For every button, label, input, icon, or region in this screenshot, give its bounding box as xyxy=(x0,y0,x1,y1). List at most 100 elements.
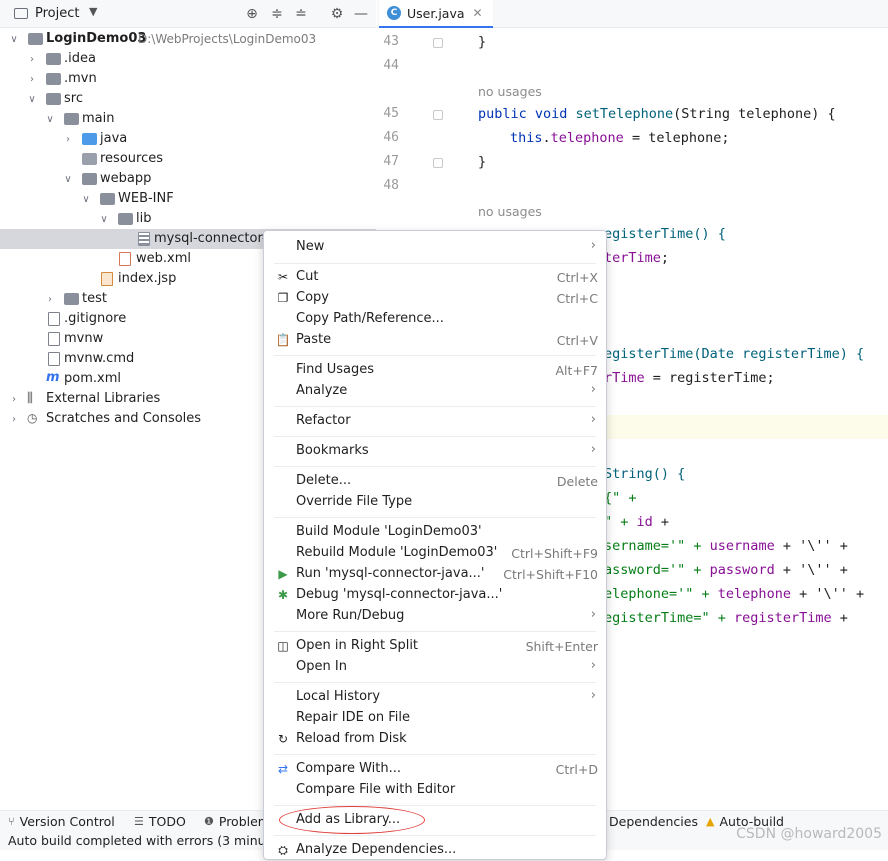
menu-item-compare-with[interactable]: ⇄ Compare With... Ctrl+D xyxy=(268,759,602,780)
close-icon[interactable]: ✕ xyxy=(473,6,483,20)
resources-folder-icon xyxy=(82,153,97,165)
menu-item-more-run-debug[interactable]: More Run/Debug › xyxy=(268,606,602,627)
menu-item-open-in[interactable]: Open In › xyxy=(268,657,602,678)
editor-tabs: C User.java ✕ xyxy=(377,0,888,28)
fold-marker-icon[interactable] xyxy=(433,38,443,48)
fold-marker-icon[interactable] xyxy=(433,110,443,120)
split-icon: ◫ xyxy=(277,639,289,653)
tool-todo[interactable]: ☰ TODO xyxy=(134,814,186,829)
warning-icon: ▲ xyxy=(706,815,715,828)
menu-item-open-right-split[interactable]: ◫ Open in Right Split Shift+Enter xyxy=(268,636,602,657)
project-panel-title[interactable]: Project xyxy=(35,6,79,21)
chevron-down-icon[interactable]: ∨ xyxy=(63,174,73,185)
chevron-right-icon[interactable]: › xyxy=(27,54,37,65)
tree-item-idea[interactable]: › .idea xyxy=(0,49,376,69)
code-line: assword='" + password + '\'' + xyxy=(604,562,848,578)
chevron-down-icon[interactable]: ▼ xyxy=(89,5,97,18)
status-message[interactable]: Auto build completed with errors (3 minu… xyxy=(8,833,285,848)
chevron-down-icon[interactable]: ∨ xyxy=(9,34,19,45)
expand-all-icon[interactable]: ≑ xyxy=(268,5,286,23)
project-folder-icon xyxy=(14,8,28,19)
tree-item-web-inf[interactable]: ∨ WEB-INF xyxy=(0,189,376,209)
menu-item-local-history[interactable]: Local History › xyxy=(268,687,602,708)
folder-icon xyxy=(46,53,61,65)
locate-icon[interactable]: ⊕ xyxy=(243,5,261,23)
code-field: registerTime xyxy=(734,610,832,626)
menu-item-repair-ide[interactable]: Repair IDE on File xyxy=(268,708,602,729)
tree-item-resources[interactable]: resources xyxy=(0,149,376,169)
problems-icon: ❶ xyxy=(204,815,214,828)
tree-label: External Libraries xyxy=(46,391,161,406)
menu-item-label: Bookmarks xyxy=(296,443,369,458)
chevron-right-icon[interactable]: › xyxy=(9,414,19,425)
menu-item-copy-path[interactable]: Copy Path/Reference... xyxy=(268,309,602,330)
tree-item-src[interactable]: ∨ src xyxy=(0,89,376,109)
menu-item-label: Find Usages xyxy=(296,362,375,377)
branch-icon: ⑂ xyxy=(8,815,15,828)
code-line: elephone='" + telephone + '\'' + xyxy=(604,586,864,602)
chevron-right-icon[interactable]: › xyxy=(45,294,55,305)
menu-item-reload-from-disk[interactable]: ↻ Reload from Disk xyxy=(268,729,602,750)
tool-problems[interactable]: ❶ Problem xyxy=(204,814,270,829)
minimize-icon[interactable]: — xyxy=(352,5,370,23)
chevron-down-icon[interactable]: ∨ xyxy=(45,114,55,125)
xml-file-icon xyxy=(119,252,131,266)
menu-item-label: More Run/Debug xyxy=(296,608,405,623)
menu-item-bookmarks[interactable]: Bookmarks › xyxy=(268,441,602,462)
menu-item-label: Compare File with Editor xyxy=(296,782,456,797)
folder-icon xyxy=(46,73,61,85)
menu-item-analyze-dependencies[interactable]: ⛭ Analyze Dependencies... xyxy=(268,840,602,861)
tree-item-webapp[interactable]: ∨ webapp xyxy=(0,169,376,189)
menu-shortcut: Delete xyxy=(556,474,598,489)
chevron-down-icon[interactable]: ∨ xyxy=(99,214,109,225)
tab-label: User.java xyxy=(407,5,465,21)
menu-item-run[interactable]: ▶ Run 'mysql-connector-java...' Ctrl+Shi… xyxy=(268,564,602,585)
menu-item-copy[interactable]: ❐ Copy Ctrl+C xyxy=(268,288,602,309)
tree-item-java[interactable]: › java xyxy=(0,129,376,149)
menu-item-override-file-type[interactable]: Override File Type xyxy=(268,492,602,513)
collapse-all-icon[interactable]: ≐ xyxy=(292,5,310,23)
chevron-right-icon[interactable]: › xyxy=(63,134,73,145)
code-line: {" + xyxy=(604,490,637,506)
jsp-file-icon xyxy=(101,272,113,286)
chevron-down-icon[interactable]: ∨ xyxy=(27,94,37,105)
gear-icon[interactable]: ⚙ xyxy=(328,5,346,23)
menu-item-cut[interactable]: ✂ Cut Ctrl+X xyxy=(268,267,602,288)
chevron-right-icon[interactable]: › xyxy=(27,74,37,85)
menu-item-debug[interactable]: ✱ Debug 'mysql-connector-java...' xyxy=(268,585,602,606)
tree-label: mysql-connector-ja xyxy=(154,231,279,246)
menu-item-refactor[interactable]: Refactor › xyxy=(268,411,602,432)
tree-item-main[interactable]: ∨ main xyxy=(0,109,376,129)
chevron-right-icon: › xyxy=(590,442,596,457)
project-panel-header: Project ▼ ⊕ ≑ ≐ ⚙ — xyxy=(0,0,376,28)
menu-item-new[interactable]: New › xyxy=(268,237,602,258)
tool-dependencies[interactable]: Dependencies xyxy=(609,814,698,829)
tree-item-mvn[interactable]: › .mvn xyxy=(0,69,376,89)
tree-item-logindemo03[interactable]: ∨ LoginDemo03 D:\WebProjects\LoginDemo03 xyxy=(0,29,376,49)
tree-label: index.jsp xyxy=(118,271,177,286)
menu-item-build-module[interactable]: Build Module 'LoginDemo03' xyxy=(268,522,602,543)
file-icon xyxy=(48,352,60,366)
tool-label: Version Control xyxy=(19,814,115,829)
reload-icon: ↻ xyxy=(277,732,289,746)
fold-marker-icon[interactable] xyxy=(433,158,443,168)
menu-item-paste[interactable]: 📋 Paste Ctrl+V xyxy=(268,330,602,351)
menu-item-compare-file-with-editor[interactable]: Compare File with Editor xyxy=(268,780,602,801)
folder-icon xyxy=(46,93,61,105)
tree-label: Scratches and Consoles xyxy=(46,411,202,426)
menu-item-analyze[interactable]: Analyze › xyxy=(268,381,602,402)
tree-item-lib[interactable]: ∨ lib xyxy=(0,209,376,229)
chevron-down-icon[interactable]: ∨ xyxy=(81,194,91,205)
menu-shortcut: Shift+Enter xyxy=(525,639,598,654)
context-menu: New › ✂ Cut Ctrl+X ❐ Copy Ctrl+C Copy Pa… xyxy=(263,230,607,860)
menu-item-find-usages[interactable]: Find Usages Alt+F7 xyxy=(268,360,602,381)
tool-version-control[interactable]: ⑂ Version Control xyxy=(8,814,115,829)
menu-item-delete[interactable]: Delete... Delete xyxy=(268,471,602,492)
menu-separator xyxy=(274,835,596,836)
menu-item-rebuild-module[interactable]: Rebuild Module 'LoginDemo03' Ctrl+Shift+… xyxy=(268,543,602,564)
menu-separator xyxy=(274,263,596,264)
chevron-right-icon[interactable]: › xyxy=(9,394,19,405)
tab-user-java[interactable]: C User.java ✕ xyxy=(379,0,493,28)
tree-label: LoginDemo03 xyxy=(46,31,147,46)
scratches-icon: ◷ xyxy=(27,411,38,425)
